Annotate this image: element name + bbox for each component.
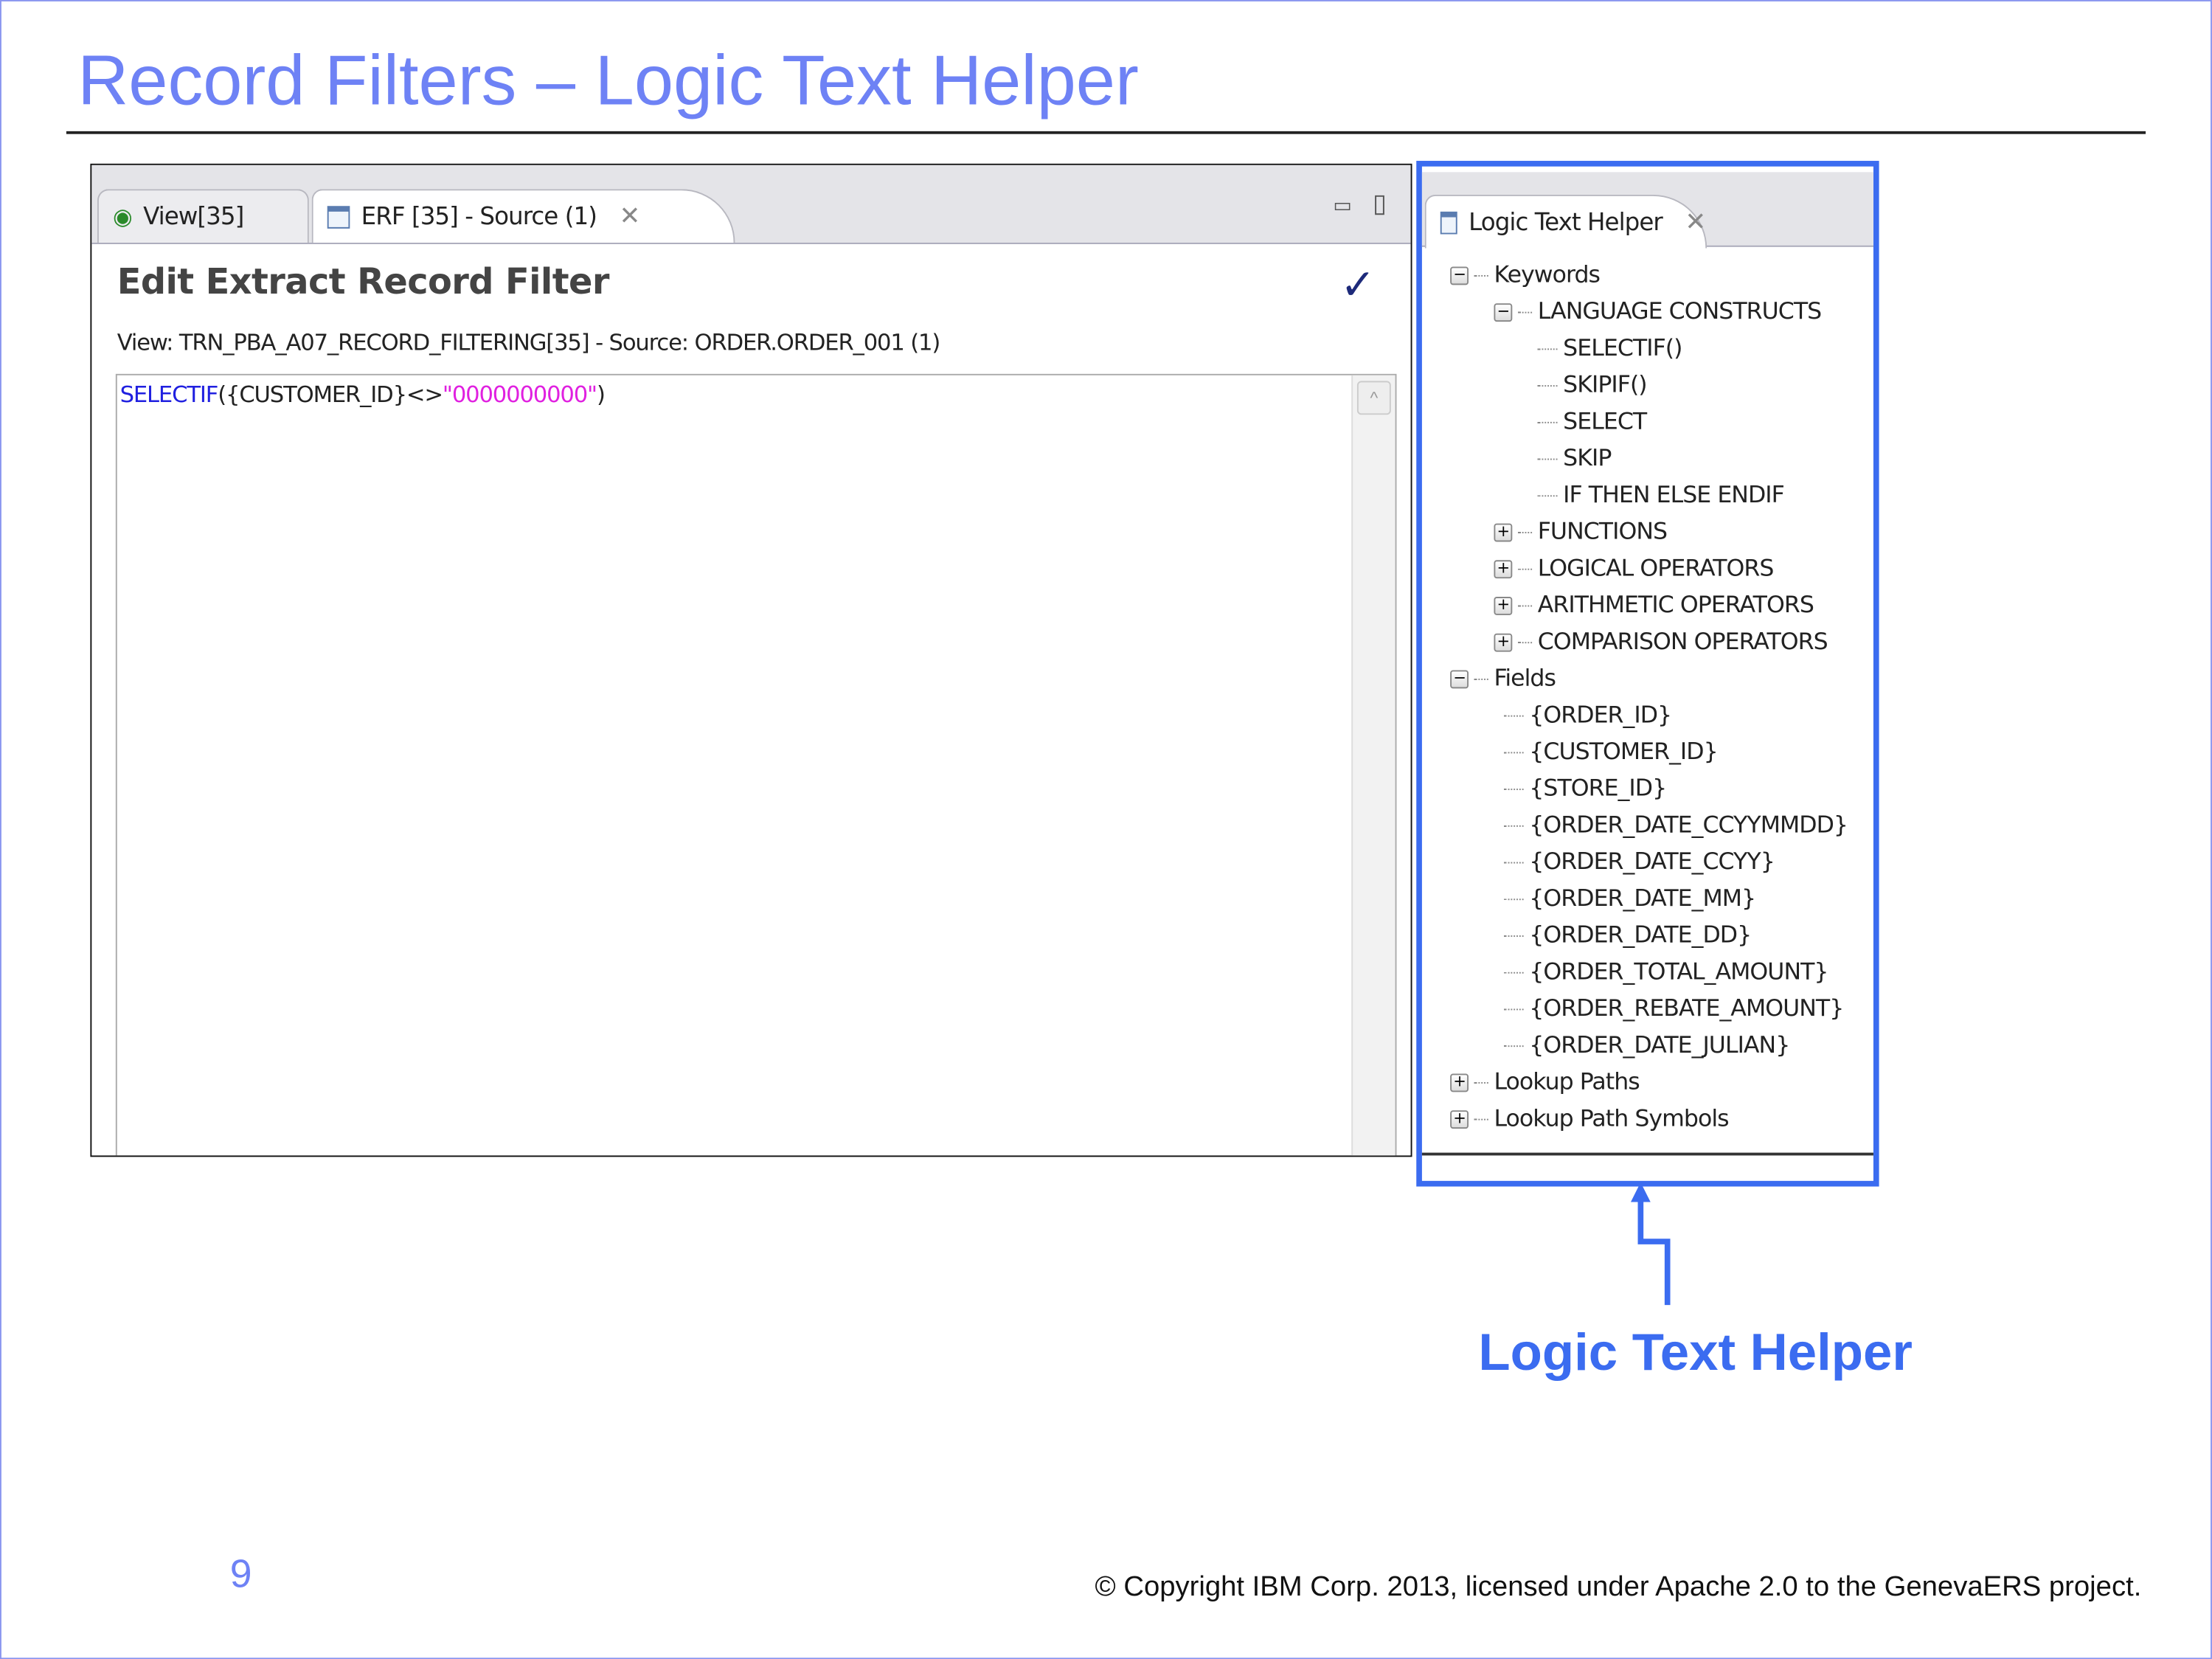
callout-arrow [1630,1182,1671,1306]
callout-label: Logic Text Helper [1478,1323,1913,1382]
page-number: 9 [229,1551,252,1596]
copyright: © Copyright IBM Corp. 2013, licensed und… [1095,1571,2142,1603]
